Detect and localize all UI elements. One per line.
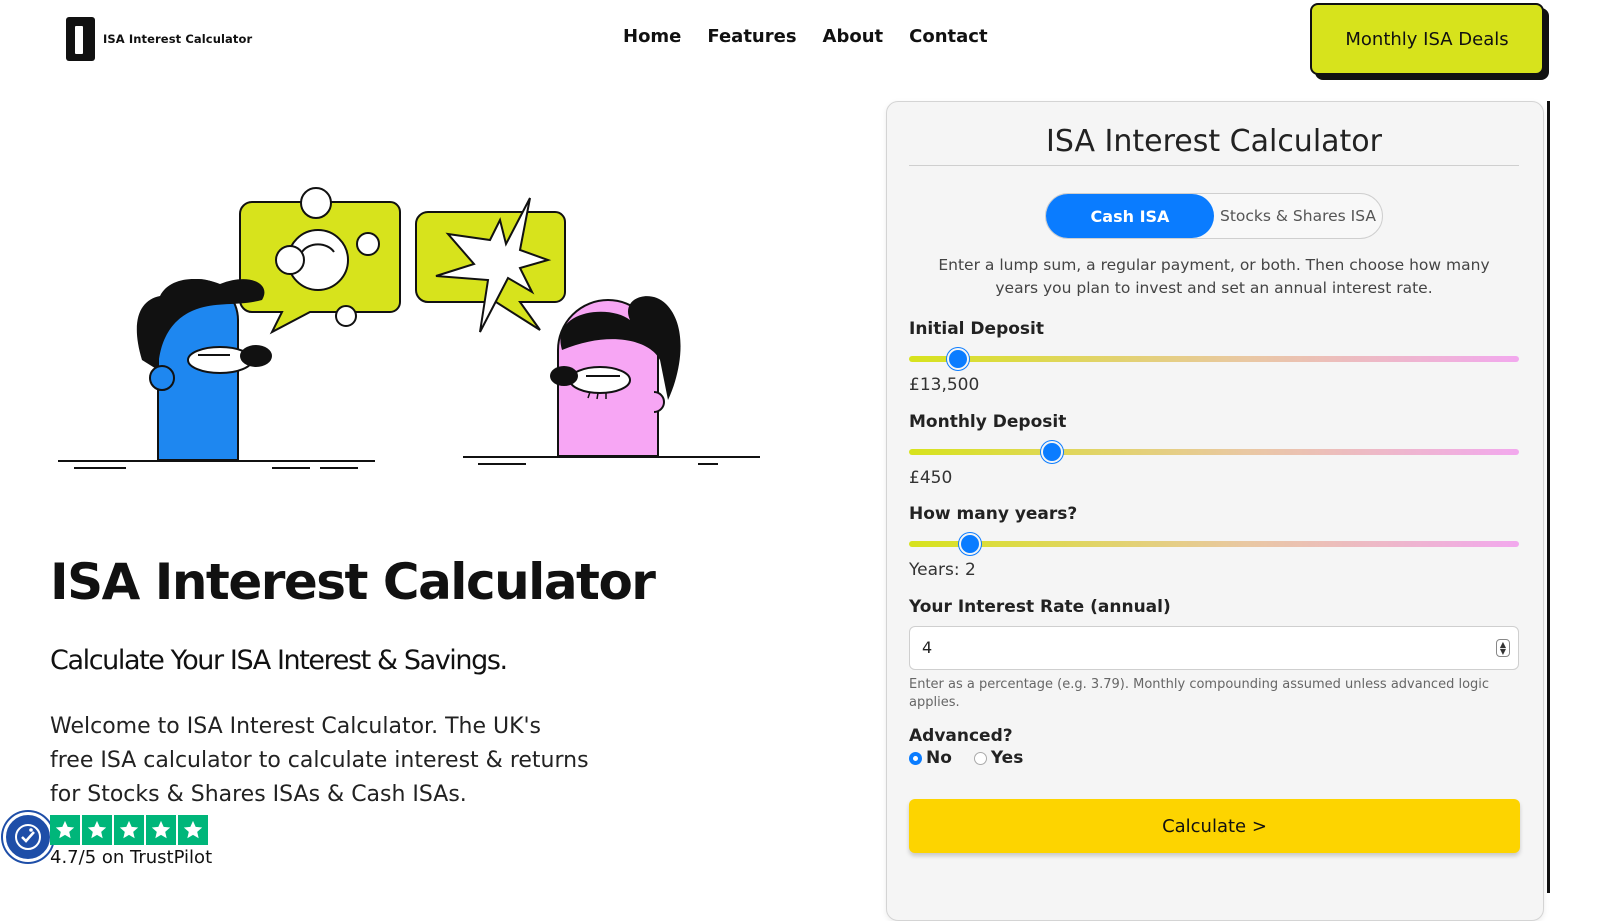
radio-unchecked-icon[interactable] bbox=[973, 751, 987, 765]
interest-rate-help: Enter as a percentage (e.g. 3.79). Month… bbox=[909, 677, 1490, 710]
years-label: How many years? bbox=[909, 504, 1078, 524]
advanced-yes-option[interactable]: Yes bbox=[973, 748, 1024, 768]
main-nav: Home Features About Contact bbox=[623, 26, 988, 47]
isa-type-toggle: Cash ISA Stocks & Shares ISA bbox=[1045, 193, 1383, 239]
years-value: Years: 2 bbox=[909, 560, 976, 580]
trustpilot-stars bbox=[50, 815, 208, 845]
tab-cash-isa[interactable]: Cash ISA bbox=[1046, 194, 1214, 238]
site-header: ISA Interest Calculator Home Features Ab… bbox=[0, 0, 1600, 80]
years-slider[interactable] bbox=[909, 533, 1519, 555]
star-icon bbox=[82, 815, 112, 845]
initial-deposit-thumb[interactable] bbox=[946, 348, 969, 370]
calculator-title: ISA Interest Calculator bbox=[1046, 124, 1382, 159]
logo-mark-icon bbox=[66, 17, 95, 61]
nav-contact[interactable]: Contact bbox=[909, 26, 987, 47]
calculator-card: ISA Interest Calculator Cash ISA Stocks … bbox=[886, 101, 1544, 921]
star-icon bbox=[146, 815, 176, 845]
advanced-no-option[interactable]: No bbox=[909, 748, 952, 768]
calculator-intro: Enter a lump sum, a regular payment, or … bbox=[938, 256, 1490, 297]
interest-rate-input[interactable]: 4 ▲ ▼ bbox=[909, 626, 1519, 670]
monthly-deposit-value: £450 bbox=[909, 468, 953, 488]
monthly-isa-deals-button[interactable]: Monthly ISA Deals bbox=[1310, 3, 1544, 75]
nav-home[interactable]: Home bbox=[623, 26, 681, 47]
years-thumb[interactable] bbox=[959, 533, 981, 555]
hero-subtitle: Calculate Your ISA Interest & Savings. bbox=[50, 645, 508, 676]
star-icon bbox=[114, 815, 144, 845]
monthly-deposit-label: Monthly Deposit bbox=[909, 412, 1067, 432]
trustpilot-rating[interactable]: 4.7/5 on TrustPilot bbox=[50, 847, 212, 868]
advanced-no-label: No bbox=[926, 748, 952, 768]
logo-text: ISA Interest Calculator bbox=[103, 32, 253, 46]
hero-title: ISA Interest Calculator bbox=[50, 553, 656, 611]
number-spinner-icon[interactable]: ▲ ▼ bbox=[1496, 639, 1510, 657]
radio-checked-icon[interactable] bbox=[909, 751, 922, 765]
page-edge-border bbox=[1547, 101, 1550, 893]
site-logo[interactable]: ISA Interest Calculator bbox=[66, 17, 252, 61]
tab-stocks-shares-isa[interactable]: Stocks & Shares ISA bbox=[1214, 194, 1382, 238]
star-icon bbox=[178, 815, 208, 845]
advanced-options: No Yes bbox=[909, 748, 1023, 768]
monthly-deposit-thumb[interactable] bbox=[1041, 441, 1064, 463]
nav-about[interactable]: About bbox=[823, 26, 884, 47]
star-icon bbox=[50, 815, 80, 845]
nav-features[interactable]: Features bbox=[707, 26, 796, 47]
advanced-yes-label: Yes bbox=[990, 748, 1024, 768]
hero-description: Welcome to ISA Interest Calculator. The … bbox=[50, 714, 589, 807]
pink-character-icon bbox=[550, 296, 681, 457]
accessibility-icon[interactable] bbox=[3, 812, 53, 862]
initial-deposit-label: Initial Deposit bbox=[909, 319, 1044, 339]
advanced-label: Advanced? bbox=[909, 726, 1013, 746]
divider bbox=[909, 165, 1519, 166]
speech-bubble-burst-icon bbox=[415, 197, 566, 333]
calculate-button[interactable]: Calculate > bbox=[909, 799, 1520, 853]
initial-deposit-slider[interactable] bbox=[909, 348, 1519, 370]
monthly-deposit-slider[interactable] bbox=[909, 441, 1519, 463]
hero-illustration bbox=[58, 187, 760, 469]
speech-bubble-thoughts-icon bbox=[239, 187, 401, 335]
interest-rate-value: 4 bbox=[922, 638, 933, 657]
initial-deposit-value: £13,500 bbox=[909, 375, 980, 395]
interest-rate-label: Your Interest Rate (annual) bbox=[909, 597, 1171, 617]
